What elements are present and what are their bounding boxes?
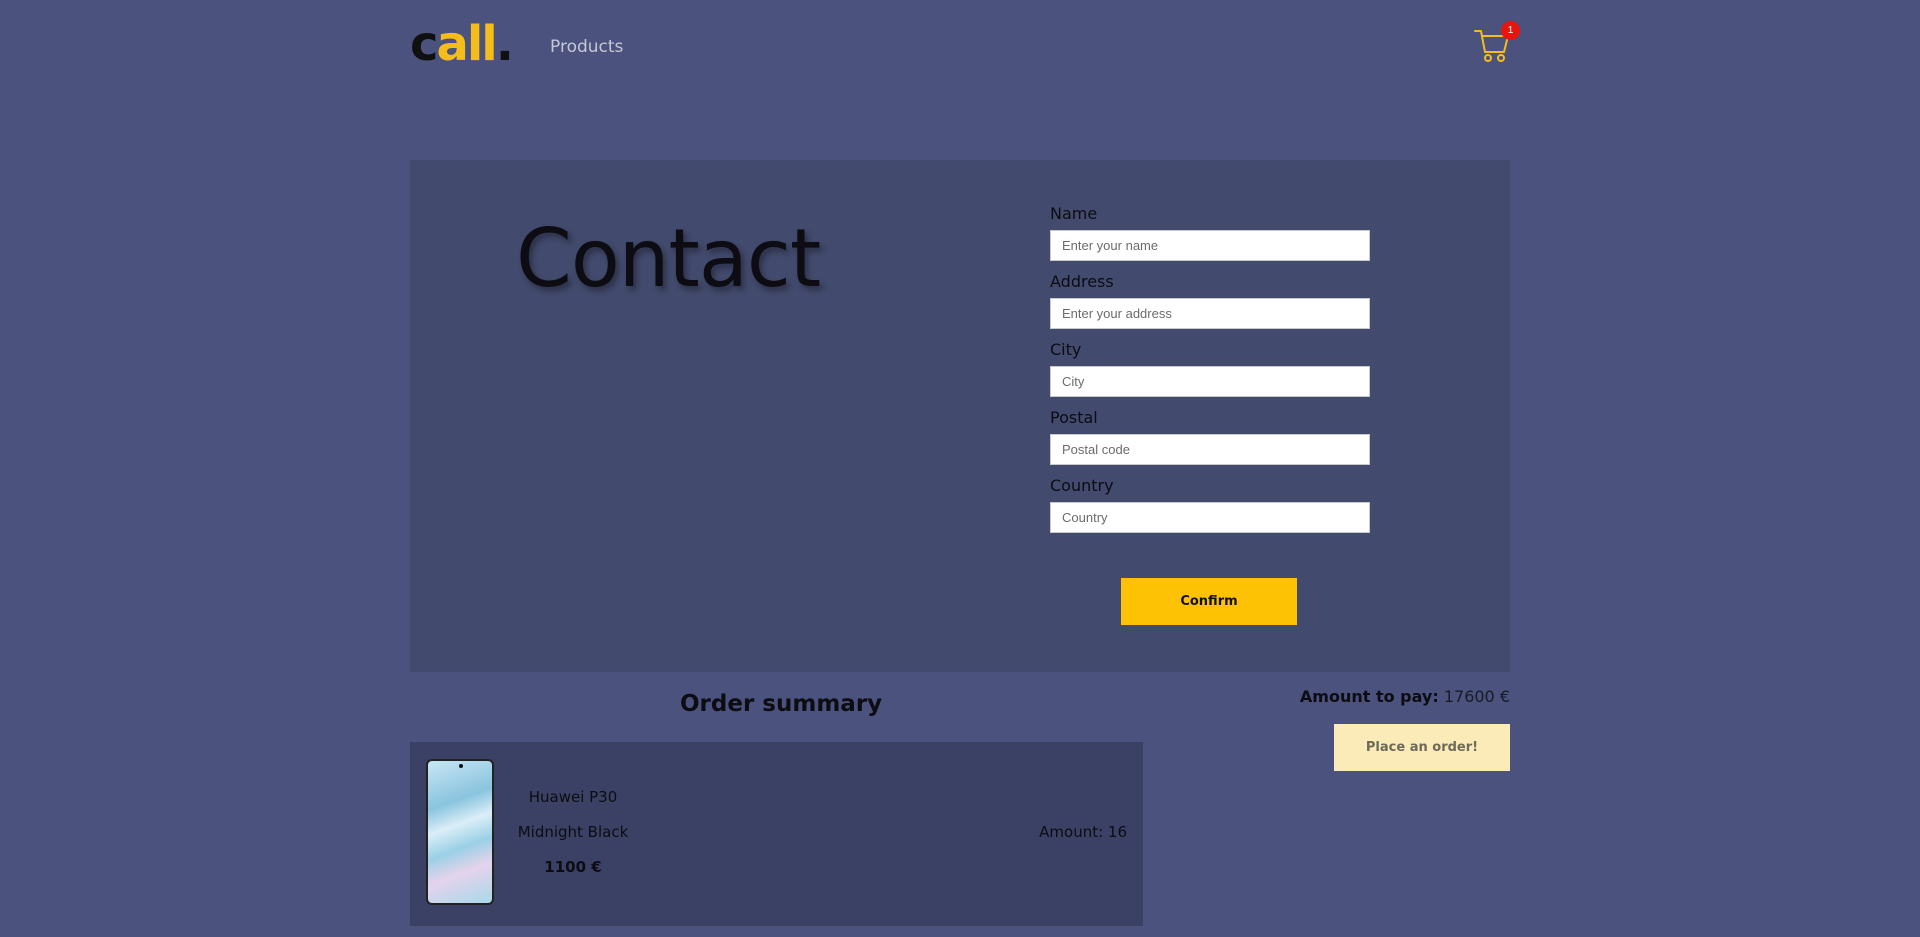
postal-field-group: Postal xyxy=(1050,410,1372,465)
item-price: 1100 € xyxy=(544,858,602,876)
confirm-button[interactable]: Confirm xyxy=(1121,578,1297,625)
amount-to-pay: Amount to pay: 17600 € xyxy=(1300,687,1510,706)
contact-title: Contact xyxy=(516,212,821,305)
nav-products-link[interactable]: Products xyxy=(550,37,623,57)
logo-all: all xyxy=(436,16,497,72)
city-label: City xyxy=(1050,340,1082,359)
contact-form: Name Address City Postal Country xyxy=(1050,206,1372,546)
name-label: Name xyxy=(1050,204,1098,223)
order-summary-title: Order summary xyxy=(680,691,883,717)
cart-count-badge: 1 xyxy=(1501,21,1520,40)
country-field-group: Country xyxy=(1050,478,1372,533)
address-label: Address xyxy=(1050,272,1114,291)
postal-label: Postal xyxy=(1050,408,1098,427)
name-field-group: Name xyxy=(1050,206,1372,261)
city-field-group: City xyxy=(1050,342,1372,397)
address-input[interactable] xyxy=(1050,298,1370,329)
name-input[interactable] xyxy=(1050,230,1370,261)
item-variant: Midnight Black xyxy=(517,823,629,841)
item-amount: Amount: 16 xyxy=(1039,823,1127,841)
country-label: Country xyxy=(1050,476,1114,495)
phone-camera-notch xyxy=(459,764,463,768)
logo-dot: . xyxy=(495,16,514,72)
logo-c: c xyxy=(410,16,438,72)
item-name: Huawei P30 xyxy=(528,788,618,806)
amount-to-pay-label: Amount to pay: xyxy=(1299,687,1439,706)
amount-to-pay-value: 17600 € xyxy=(1443,687,1510,706)
place-order-button[interactable]: Place an order! xyxy=(1334,724,1510,771)
order-item: Huawei P30 Midnight Black 1100 € Amount:… xyxy=(410,742,1143,926)
postal-input[interactable] xyxy=(1050,434,1370,465)
country-input[interactable] xyxy=(1050,502,1370,533)
address-field-group: Address xyxy=(1050,274,1372,329)
navbar: call. Products 1 xyxy=(410,0,1520,96)
contact-panel: Contact Name Address City Postal Country… xyxy=(410,160,1510,672)
city-input[interactable] xyxy=(1050,366,1370,397)
logo[interactable]: call. xyxy=(410,20,514,68)
